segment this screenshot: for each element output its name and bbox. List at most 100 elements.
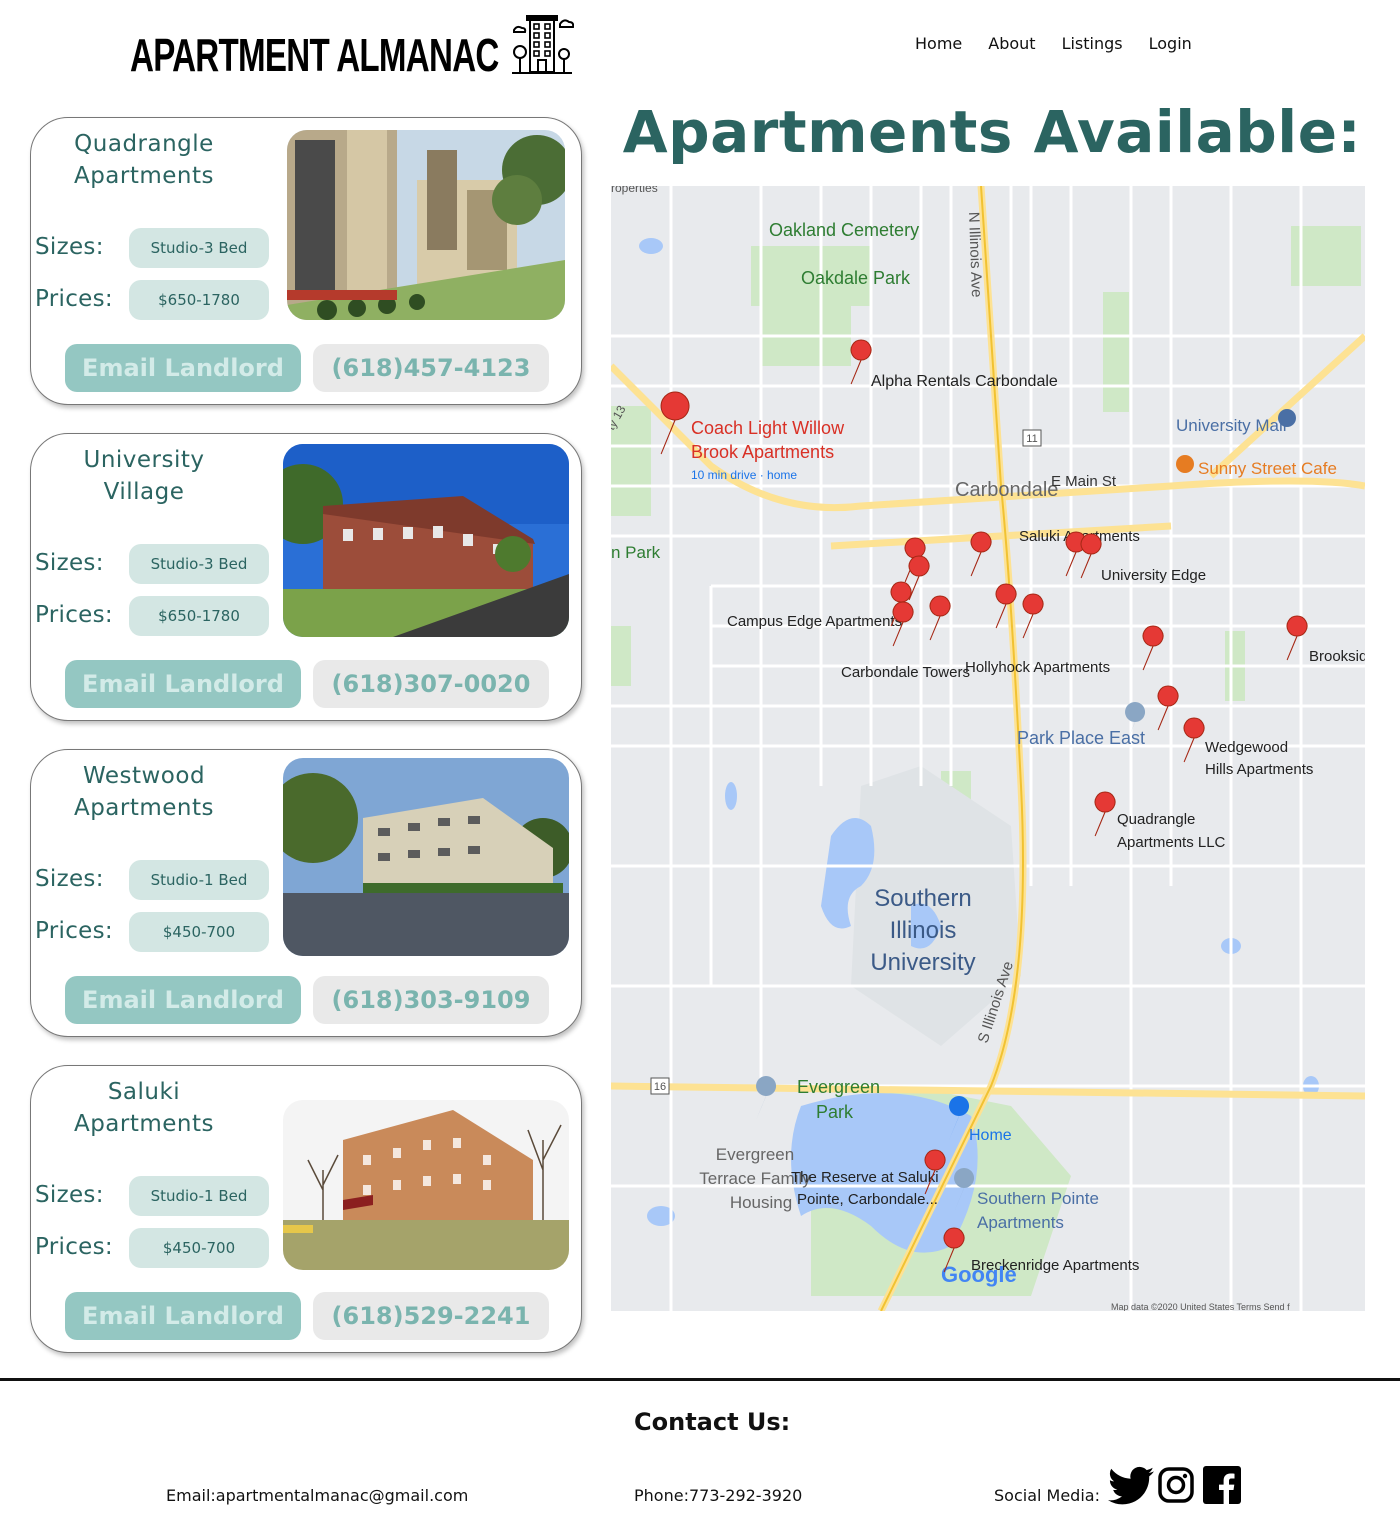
map-label-hollyhock: Hollyhock Apartments <box>965 659 1110 676</box>
sizes-label: Sizes: <box>35 1182 104 1208</box>
map-label-evergreen-park: Park <box>816 1102 854 1122</box>
listing-name: Westwood Apartments <box>51 760 237 824</box>
phone-button[interactable]: (618)303-9109 <box>313 976 549 1024</box>
map-label-drive-time: 10 min drive · home <box>691 468 797 482</box>
map-label-top-left: roperties <box>611 186 658 195</box>
map-label-wedgewood: Wedgewood <box>1205 739 1288 756</box>
map-label-sunny-street: Sunny Street Cafe <box>1198 459 1337 478</box>
listing-card: Westwood Apartments Sizes: Studio-1 Bed … <box>30 749 582 1037</box>
email-landlord-button[interactable]: Email Landlord <box>65 976 301 1024</box>
map-label-terrace: Evergreen <box>716 1145 794 1164</box>
map-label-quadrangle-llc: Apartments LLC <box>1117 834 1226 851</box>
email-landlord-button[interactable]: Email Landlord <box>65 1292 301 1340</box>
listing-name-line: Westwood <box>82 763 206 789</box>
google-logo: Google <box>941 1262 1017 1287</box>
map-label-southern-pointe: Southern Pointe <box>977 1189 1099 1208</box>
map-label-coach-light: Coach Light Willow <box>691 418 845 438</box>
map-label-reserve-2: Pointe, Carbondale... <box>797 1191 938 1208</box>
map-label-home: Home <box>969 1127 1012 1144</box>
nav-listings[interactable]: Listings <box>1062 34 1123 53</box>
apartment-building-icon <box>510 14 575 82</box>
map-label-oakdale: Oakdale Park <box>801 268 911 288</box>
contact-title: Contact Us: <box>634 1408 791 1436</box>
listing-card: Quadrangle Apartments Sizes: Studio-3 Be… <box>30 117 582 405</box>
prices-label: Prices: <box>35 918 113 944</box>
nav-home[interactable]: Home <box>915 34 962 53</box>
listing-card: University Village Sizes: Studio-3 Bed P… <box>30 433 582 721</box>
listing-card: Saluki Apartments Sizes: Studio-1 Bed Pr… <box>30 1065 582 1353</box>
listing-name: Saluki Apartments <box>51 1076 237 1140</box>
nav-login[interactable]: Login <box>1149 34 1192 53</box>
apartment-photo <box>287 130 565 320</box>
main-nav: Home About Listings Login <box>915 34 1218 53</box>
sizes-label: Sizes: <box>35 234 104 260</box>
map-view[interactable]: 11 16 Oakland Cemetery Oakdale Park Ever… <box>611 186 1365 1311</box>
phone-button[interactable]: (618)307-0020 <box>313 660 549 708</box>
sizes-value: Studio-1 Bed <box>129 860 269 900</box>
map-label-park-left: n Park <box>611 543 661 562</box>
apartment-photo <box>283 444 569 637</box>
map-label-siu-illinois: Illinois <box>890 917 957 944</box>
sizes-value: Studio-1 Bed <box>129 1176 269 1216</box>
route-16-label: 16 <box>654 1081 666 1093</box>
phone-button[interactable]: (618)457-4123 <box>313 344 549 392</box>
university-mall-pin <box>1278 409 1296 427</box>
listing-name-line: Apartments <box>73 1111 215 1137</box>
brand[interactable]: APARTMENT ALMANAC <box>130 15 642 82</box>
contact-email[interactable]: Email:apartmentalmanac@gmail.com <box>166 1486 468 1505</box>
listing-name-line: Saluki <box>107 1079 181 1105</box>
map-label-quadrangle: Quadrangle <box>1117 811 1195 828</box>
page-title: Apartments Available: <box>622 98 1362 166</box>
map-label-carbondale-towers: Carbondale Towers <box>841 664 970 681</box>
map-label-carbondale: Carbondale <box>955 479 1058 501</box>
prices-value: $450-700 <box>129 1228 269 1268</box>
map-label-park-place: Park Place East <box>1017 728 1145 748</box>
map-label-brook-apartments: Brook Apartments <box>691 442 834 462</box>
map-label-emain: E Main St <box>1051 473 1117 490</box>
nav-about[interactable]: About <box>988 34 1035 53</box>
listing-name-line: Quadrangle <box>74 131 214 157</box>
prices-value: $450-700 <box>129 912 269 952</box>
sizes-value: Studio-3 Bed <box>129 544 269 584</box>
phone-button[interactable]: (618)529-2241 <box>313 1292 549 1340</box>
listing-name-line: Apartments <box>73 163 215 189</box>
map-attribution: Map data ©2020 United States Terms Send … <box>1111 1302 1290 1311</box>
email-landlord-button[interactable]: Email Landlord <box>65 660 301 708</box>
facebook-icon[interactable] <box>1203 1466 1241 1508</box>
map-label-alpha: Alpha Rentals Carbondale <box>871 373 1058 390</box>
map-label-university-mall: University Mall <box>1176 416 1287 435</box>
map-label-terrace-housing: Housing <box>730 1193 792 1212</box>
instagram-icon[interactable] <box>1158 1467 1194 1507</box>
map-label-n-illinois: N Illinois Ave <box>965 212 985 298</box>
apartment-photo <box>283 758 569 956</box>
social-media-label: Social Media: <box>994 1486 1100 1505</box>
prices-value: $650-1780 <box>129 280 269 320</box>
prices-label: Prices: <box>35 286 113 312</box>
map-label-wedgewood-hills: Hills Apartments <box>1205 761 1313 778</box>
prices-label: Prices: <box>35 602 113 628</box>
listing-name: Quadrangle Apartments <box>51 128 237 192</box>
map-label-brookside: Brooksid <box>1309 648 1365 665</box>
map-label-siu: Southern <box>874 885 971 912</box>
map-label-reserve: The Reserve at Saluki <box>791 1169 939 1186</box>
prices-value: $650-1780 <box>129 596 269 636</box>
listing-name-line: University <box>83 447 205 473</box>
listing-name: University Village <box>51 444 237 508</box>
contact-phone[interactable]: Phone:773-292-3920 <box>634 1486 802 1505</box>
map-label-southern-pointe-apts: Apartments <box>977 1213 1064 1232</box>
sunny-street-pin <box>1176 455 1194 473</box>
sizes-value: Studio-3 Bed <box>129 228 269 268</box>
email-landlord-button[interactable]: Email Landlord <box>65 344 301 392</box>
map-label-evergreen: Evergreen <box>797 1077 880 1097</box>
footer-divider <box>0 1378 1400 1381</box>
twitter-icon[interactable] <box>1108 1466 1154 1510</box>
listing-name-line: Village <box>103 479 185 505</box>
map-label-oakland: Oakland Cemetery <box>769 220 919 240</box>
apartment-photo <box>283 1100 569 1270</box>
map-label-siu-university: University <box>870 949 975 976</box>
prices-label: Prices: <box>35 1234 113 1260</box>
map-label-university-edge: University Edge <box>1101 567 1206 584</box>
brand-title: APARTMENT ALMANAC <box>130 29 499 81</box>
sizes-label: Sizes: <box>35 866 104 892</box>
listing-name-line: Apartments <box>73 795 215 821</box>
